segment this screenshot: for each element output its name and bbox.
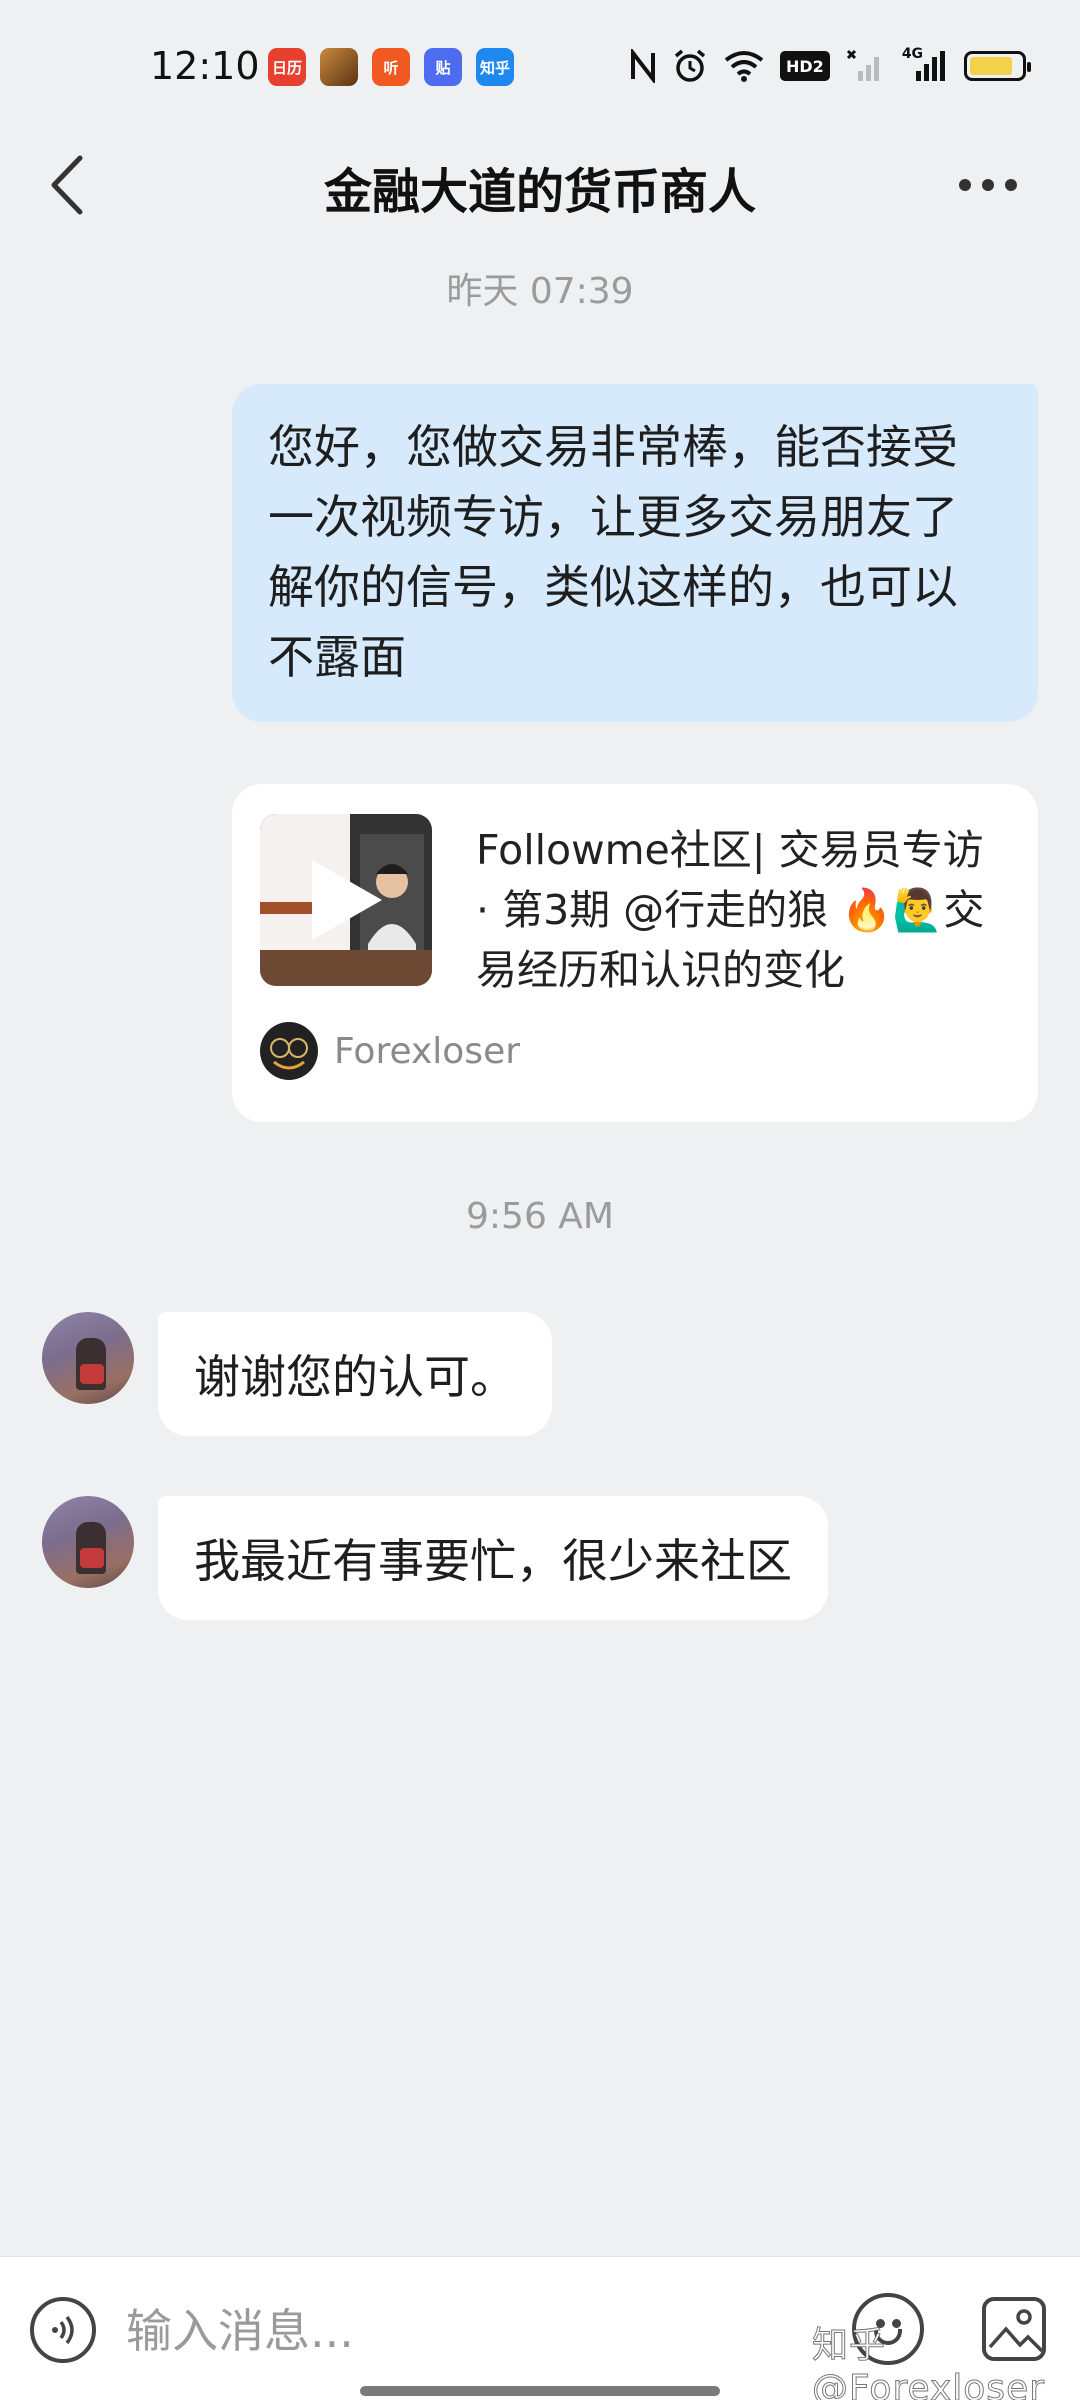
incoming-message-bubble[interactable]: 谢谢您的认可。 (158, 1312, 552, 1436)
status-bar: 12:10 日历 听 贴 知乎 HD2 4G (0, 0, 1080, 130)
contact-avatar[interactable] (42, 1496, 134, 1588)
home-indicator[interactable] (360, 2386, 720, 2396)
hd-badge-icon: HD2 (780, 46, 830, 86)
chat-header: 金融大道的货币商人 (0, 130, 1080, 240)
play-icon (312, 860, 382, 940)
author-name: Forexloser (334, 1030, 521, 1072)
signal-sim2-icon: 4G (902, 46, 948, 86)
contact-avatar[interactable] (42, 1312, 134, 1404)
tieba-app-icon: 贴 (424, 48, 462, 86)
page-title: 金融大道的货币商人 (323, 164, 756, 220)
more-options-button[interactable] (940, 160, 1036, 210)
game-app-icon (320, 48, 358, 86)
voice-button[interactable] (30, 2297, 96, 2363)
system-icons: HD2 4G (630, 46, 1031, 86)
alarm-icon (672, 46, 708, 86)
calendar-app-icon: 日历 (268, 48, 306, 86)
signal-sim1-icon (846, 46, 886, 86)
nfc-icon (630, 46, 656, 86)
battery-level (969, 57, 1013, 75)
zhihu-app-icon: 知乎 (476, 48, 514, 86)
battery-icon (963, 51, 1031, 81)
voice-icon (52, 2315, 74, 2345)
message-timestamp: 9:56 AM (466, 1196, 614, 1237)
video-thumbnail (260, 814, 432, 986)
shared-card-title: Followme社区| 交易员专访 · 第3期 @行走的狼 🔥🙋‍♂️交易经历和… (476, 826, 985, 994)
listen-app-icon: 听 (372, 48, 410, 86)
outgoing-message-bubble[interactable]: 您好，您做交易非常棒，能否接受一次视频专访，让更多交易朋友了解你的信号，类似这样… (232, 384, 1038, 722)
watermark: 知乎 @Forexloser (812, 2325, 1046, 2400)
more-dots-icon (959, 179, 971, 191)
author-avatar (260, 1022, 318, 1080)
status-time: 12:10 (150, 44, 260, 88)
shared-card-author: Forexloser (260, 1022, 520, 1080)
shared-video-card[interactable]: Followme社区| 交易员专访 · 第3期 @行走的狼 🔥🙋‍♂️交易经历和… (232, 784, 1038, 1122)
message-input[interactable] (126, 2291, 786, 2371)
incoming-message-bubble[interactable]: 我最近有事要忙，很少来社区 (158, 1496, 828, 1620)
notification-icons: 日历 听 贴 知乎 (268, 48, 514, 86)
wifi-icon (724, 46, 764, 86)
message-timestamp: 昨天 07:39 (446, 271, 634, 312)
